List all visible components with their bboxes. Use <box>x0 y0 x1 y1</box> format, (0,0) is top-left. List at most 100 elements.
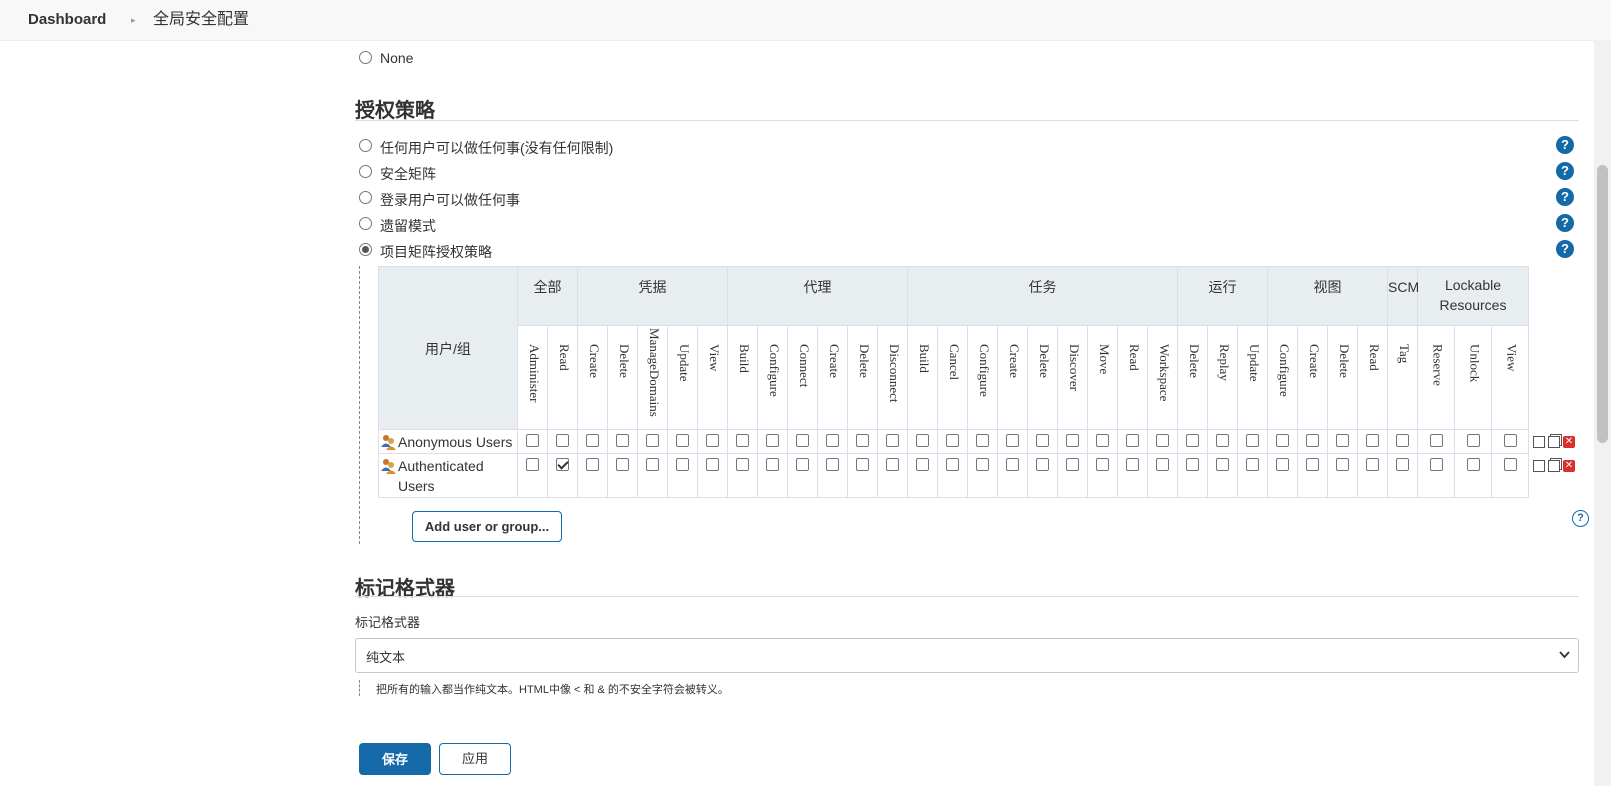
matrix-group-header: 运行 <box>1178 266 1268 326</box>
authorization-option-radio[interactable] <box>359 217 372 230</box>
remove-row-icon[interactable]: ✕ <box>1563 460 1575 472</box>
permission-checkbox[interactable] <box>1156 458 1169 471</box>
permission-checkbox[interactable] <box>586 434 599 447</box>
permission-checkbox[interactable] <box>766 434 779 447</box>
permission-checkbox[interactable] <box>1246 434 1259 447</box>
remove-row-icon[interactable]: ✕ <box>1563 436 1575 448</box>
permission-label: Build <box>917 344 932 373</box>
permission-checkbox[interactable] <box>1186 458 1199 471</box>
permission-checkbox[interactable] <box>1306 434 1319 447</box>
matrix-help-icon[interactable]: ? <box>1572 510 1589 527</box>
permission-checkbox[interactable] <box>826 458 839 471</box>
permission-checkbox[interactable] <box>1366 458 1379 471</box>
matrix-permission-cell <box>578 430 608 454</box>
permission-checkbox[interactable] <box>886 458 899 471</box>
permission-checkbox[interactable] <box>1276 434 1289 447</box>
permission-checkbox[interactable] <box>586 458 599 471</box>
permission-checkbox[interactable] <box>826 434 839 447</box>
permission-checkbox[interactable] <box>976 434 989 447</box>
matrix-permission-cell <box>908 430 938 454</box>
permission-checkbox[interactable] <box>1336 458 1349 471</box>
help-icon[interactable]: ? <box>1556 214 1574 232</box>
permission-checkbox[interactable] <box>1306 458 1319 471</box>
permission-checkbox[interactable] <box>1216 434 1229 447</box>
authorization-option-radio[interactable] <box>359 191 372 204</box>
permission-checkbox[interactable] <box>1216 458 1229 471</box>
permission-checkbox[interactable] <box>1126 458 1139 471</box>
permission-checkbox[interactable] <box>916 434 929 447</box>
help-icon[interactable]: ? <box>1556 162 1574 180</box>
copy-row-icon[interactable] <box>1548 460 1560 472</box>
permission-checkbox[interactable] <box>1466 458 1480 471</box>
permission-checkbox[interactable] <box>1336 434 1349 447</box>
breadcrumb-dashboard-link[interactable]: Dashboard <box>28 0 106 40</box>
authorization-option-radio[interactable] <box>359 243 372 256</box>
help-icon[interactable]: ? <box>1556 240 1574 258</box>
help-icon[interactable]: ? <box>1556 188 1574 206</box>
matrix-permission-cell <box>1358 454 1388 498</box>
permission-checkbox[interactable] <box>1006 434 1019 447</box>
permission-checkbox[interactable] <box>526 434 539 447</box>
permission-checkbox[interactable] <box>1096 434 1109 447</box>
select-all-row-icon[interactable] <box>1533 436 1545 448</box>
permission-checkbox[interactable] <box>1366 434 1379 447</box>
permission-checkbox[interactable] <box>556 434 569 447</box>
permission-checkbox[interactable] <box>856 434 869 447</box>
permission-checkbox[interactable] <box>646 458 659 471</box>
page-scrollbar-thumb[interactable] <box>1597 165 1608 443</box>
permission-checkbox[interactable] <box>736 434 749 447</box>
authorization-option-radio[interactable] <box>359 139 372 152</box>
help-icon[interactable]: ? <box>1556 136 1574 154</box>
select-all-row-icon[interactable] <box>1533 460 1545 472</box>
permission-checkbox[interactable] <box>766 458 779 471</box>
permission-checkbox[interactable] <box>616 458 629 471</box>
permission-checkbox[interactable] <box>946 434 959 447</box>
matrix-permission-header: Create <box>818 326 848 430</box>
permission-checkbox[interactable] <box>856 458 869 471</box>
permission-checkbox[interactable] <box>1006 458 1019 471</box>
matrix-permission-cell <box>1268 430 1298 454</box>
markup-formatter-select[interactable]: 纯文本 <box>355 638 1579 673</box>
permission-checkbox[interactable] <box>1246 458 1259 471</box>
matrix-permission-header: Configure <box>968 326 998 430</box>
permission-checkbox[interactable] <box>706 458 719 471</box>
permission-checkbox[interactable] <box>1036 458 1049 471</box>
matrix-permission-cell <box>608 430 638 454</box>
permission-checkbox[interactable] <box>976 458 989 471</box>
authorization-option-radio[interactable] <box>359 165 372 178</box>
permission-checkbox[interactable] <box>616 434 629 447</box>
permission-checkbox[interactable] <box>796 434 809 447</box>
permission-checkbox[interactable] <box>736 458 749 471</box>
permission-checkbox[interactable] <box>1036 434 1049 447</box>
permission-checkbox[interactable] <box>1429 434 1443 447</box>
permission-checkbox[interactable] <box>646 434 659 447</box>
permission-checkbox[interactable] <box>1096 458 1109 471</box>
permission-checkbox[interactable] <box>526 458 539 471</box>
permission-checkbox[interactable] <box>1066 434 1079 447</box>
permission-checkbox[interactable] <box>1186 434 1199 447</box>
permission-checkbox[interactable] <box>706 434 719 447</box>
permission-checkbox[interactable] <box>1396 434 1409 447</box>
permission-checkbox[interactable] <box>1503 458 1517 471</box>
permission-checkbox[interactable] <box>1503 434 1517 447</box>
add-user-or-group-button[interactable]: Add user or group... <box>412 511 562 542</box>
copy-row-icon[interactable] <box>1548 436 1560 448</box>
permission-checkbox[interactable] <box>1066 458 1079 471</box>
permission-checkbox[interactable] <box>1156 434 1169 447</box>
apply-button[interactable]: 应用 <box>439 743 511 775</box>
permission-checkbox[interactable] <box>1429 458 1443 471</box>
permission-checkbox[interactable] <box>1396 458 1409 471</box>
permission-checkbox[interactable] <box>796 458 809 471</box>
permission-checkbox[interactable] <box>886 434 899 447</box>
permission-checkbox[interactable] <box>916 458 929 471</box>
permission-checkbox[interactable] <box>556 458 569 471</box>
permission-checkbox[interactable] <box>676 458 689 471</box>
permission-checkbox[interactable] <box>1126 434 1139 447</box>
permission-checkbox[interactable] <box>946 458 959 471</box>
permission-checkbox[interactable] <box>1466 434 1480 447</box>
permission-checkbox[interactable] <box>1276 458 1289 471</box>
security-realm-none-radio[interactable] <box>359 51 372 64</box>
permission-label: Update <box>677 344 692 382</box>
permission-checkbox[interactable] <box>676 434 689 447</box>
save-button[interactable]: 保存 <box>359 743 431 775</box>
